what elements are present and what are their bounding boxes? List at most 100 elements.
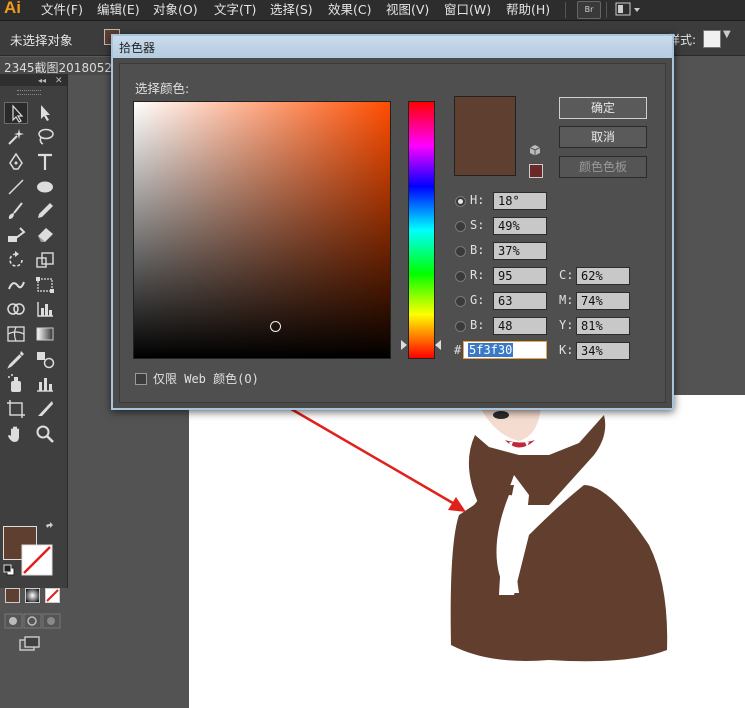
saturation-brightness-field[interactable] xyxy=(133,101,391,359)
web-only-checkbox[interactable] xyxy=(135,373,147,385)
yellow-input[interactable]: 81% xyxy=(576,317,630,335)
color-marker[interactable] xyxy=(270,321,281,332)
symbol-sprayer-tool-icon[interactable] xyxy=(4,373,28,395)
green-input[interactable]: 63 xyxy=(493,292,547,310)
tools-panel: ◂◂ ✕ xyxy=(0,74,68,651)
nearest-web-color-swatch[interactable] xyxy=(529,164,543,178)
selection-status: 未选择对象 xyxy=(10,33,73,48)
swap-fill-stroke-icon[interactable] xyxy=(44,522,56,537)
menu-file[interactable]: 文件(F) xyxy=(41,0,83,20)
color-mode-button[interactable] xyxy=(5,588,20,603)
zoom-tool-icon[interactable] xyxy=(33,423,57,445)
color-swatches-button[interactable]: 颜色色板 xyxy=(559,156,647,178)
hex-input[interactable]: 5f3f30 xyxy=(463,341,547,359)
saturation-label: S: xyxy=(470,218,485,232)
tools-panel-header[interactable]: ◂◂ ✕ xyxy=(0,74,67,86)
color-picker-dialog: 拾色器 选择颜色: 确定 取消 颜色色板 H: 18° S: 49% B: 37… xyxy=(111,34,674,410)
svg-text:◂◂: ◂◂ xyxy=(38,76,46,85)
eraser-tool-icon[interactable] xyxy=(33,224,57,246)
radio-blue[interactable] xyxy=(455,321,466,332)
selection-tool-icon[interactable] xyxy=(4,102,28,124)
hue-input[interactable]: 18° xyxy=(493,192,547,210)
stroke-color-swatch[interactable] xyxy=(21,544,53,576)
menu-object[interactable]: 对象(O) xyxy=(153,0,198,20)
magenta-label: M: xyxy=(559,293,574,307)
hex-input-value: 5f3f30 xyxy=(468,343,514,357)
dialog-title-bar[interactable]: 拾色器 xyxy=(113,36,672,58)
grip-icon[interactable] xyxy=(17,90,41,95)
brightness-label: B: xyxy=(470,243,485,257)
hue-slider-left-handle[interactable] xyxy=(401,340,407,350)
app-logo: Ai xyxy=(4,0,21,17)
brightness-input[interactable]: 37% xyxy=(493,242,547,260)
warp-tool-icon[interactable] xyxy=(4,274,28,296)
saturation-input[interactable]: 49% xyxy=(493,217,547,235)
slice-tool-icon[interactable] xyxy=(33,398,57,420)
choose-color-label: 选择颜色: xyxy=(135,81,190,96)
hex-label: # xyxy=(454,343,462,357)
default-fill-stroke-icon[interactable] xyxy=(3,564,15,579)
paintbrush-tool-icon[interactable] xyxy=(4,200,28,222)
hue-slider[interactable] xyxy=(408,101,435,359)
direct-selection-tool-icon[interactable] xyxy=(33,102,57,124)
pen-tool-icon[interactable] xyxy=(4,151,28,173)
gradient-tool-icon[interactable] xyxy=(33,323,57,345)
red-label: R: xyxy=(470,268,485,282)
column-graph-tool-icon[interactable] xyxy=(33,373,57,395)
free-transform-tool-icon[interactable] xyxy=(33,274,57,296)
graphic-style-swatch[interactable] xyxy=(703,30,721,48)
chevron-down-icon[interactable]: ▼ xyxy=(723,29,731,40)
blue-input[interactable]: 48 xyxy=(493,317,547,335)
hue-slider-right-handle[interactable] xyxy=(435,340,441,350)
line-tool-icon[interactable] xyxy=(4,176,28,198)
menu-help[interactable]: 帮助(H) xyxy=(506,0,550,20)
menu-separator xyxy=(565,2,566,18)
graph-tool-icon[interactable] xyxy=(33,298,57,320)
mesh-tool-icon[interactable] xyxy=(4,323,28,345)
type-tool-icon[interactable] xyxy=(33,151,57,173)
menu-type[interactable]: 文字(T) xyxy=(214,0,256,20)
menu-select[interactable]: 选择(S) xyxy=(270,0,313,20)
arrange-documents-icon[interactable] xyxy=(615,2,641,17)
radio-green[interactable] xyxy=(455,296,466,307)
menu-edit[interactable]: 编辑(E) xyxy=(97,0,140,20)
menu-window[interactable]: 窗口(W) xyxy=(444,0,491,20)
lasso-tool-icon[interactable] xyxy=(33,126,57,148)
cyan-input[interactable]: 62% xyxy=(576,267,630,285)
pencil-tool-icon[interactable] xyxy=(33,200,57,222)
magenta-input[interactable]: 74% xyxy=(576,292,630,310)
magic-wand-tool-icon[interactable] xyxy=(4,126,28,148)
black-input[interactable]: 34% xyxy=(576,342,630,360)
svg-text:✕: ✕ xyxy=(55,76,63,86)
red-input[interactable]: 95 xyxy=(493,267,547,285)
ok-button[interactable]: 确定 xyxy=(559,97,647,119)
none-mode-button[interactable] xyxy=(45,588,60,603)
shape-builder-tool-icon[interactable] xyxy=(4,298,28,320)
annotation-arrow xyxy=(285,404,466,512)
gradient-mode-button[interactable] xyxy=(25,588,40,603)
radio-hue[interactable] xyxy=(455,196,466,207)
eyedropper-tool-icon[interactable] xyxy=(4,348,28,370)
radio-saturation[interactable] xyxy=(455,221,466,232)
artboard-tool-icon[interactable] xyxy=(4,398,28,420)
blend-tool-icon[interactable] xyxy=(33,348,57,370)
blue-label: B: xyxy=(470,318,485,332)
drawing-modes xyxy=(4,613,62,629)
radio-red[interactable] xyxy=(455,271,466,282)
black-label: K: xyxy=(559,343,574,357)
blob-brush-tool-icon[interactable] xyxy=(4,224,28,246)
menu-bar: Ai 文件(F) 编辑(E) 对象(O) 文字(T) 选择(S) 效果(C) 视… xyxy=(0,0,745,21)
menu-view[interactable]: 视图(V) xyxy=(386,0,429,20)
rotate-tool-icon[interactable] xyxy=(4,249,28,271)
screen-mode-icon[interactable] xyxy=(19,636,41,655)
menu-effect[interactable]: 效果(C) xyxy=(328,0,371,20)
radio-brightness[interactable] xyxy=(455,246,466,257)
ellipse-tool-icon[interactable] xyxy=(33,176,57,198)
scale-tool-icon[interactable] xyxy=(33,249,57,271)
bridge-button[interactable]: Br xyxy=(577,1,601,19)
hand-tool-icon[interactable] xyxy=(4,423,28,445)
document-tab[interactable]: 2345截图2018052 xyxy=(0,56,112,75)
yellow-label: Y: xyxy=(559,318,574,332)
cancel-button[interactable]: 取消 xyxy=(559,126,647,148)
web-safe-cube-icon[interactable] xyxy=(529,144,541,156)
